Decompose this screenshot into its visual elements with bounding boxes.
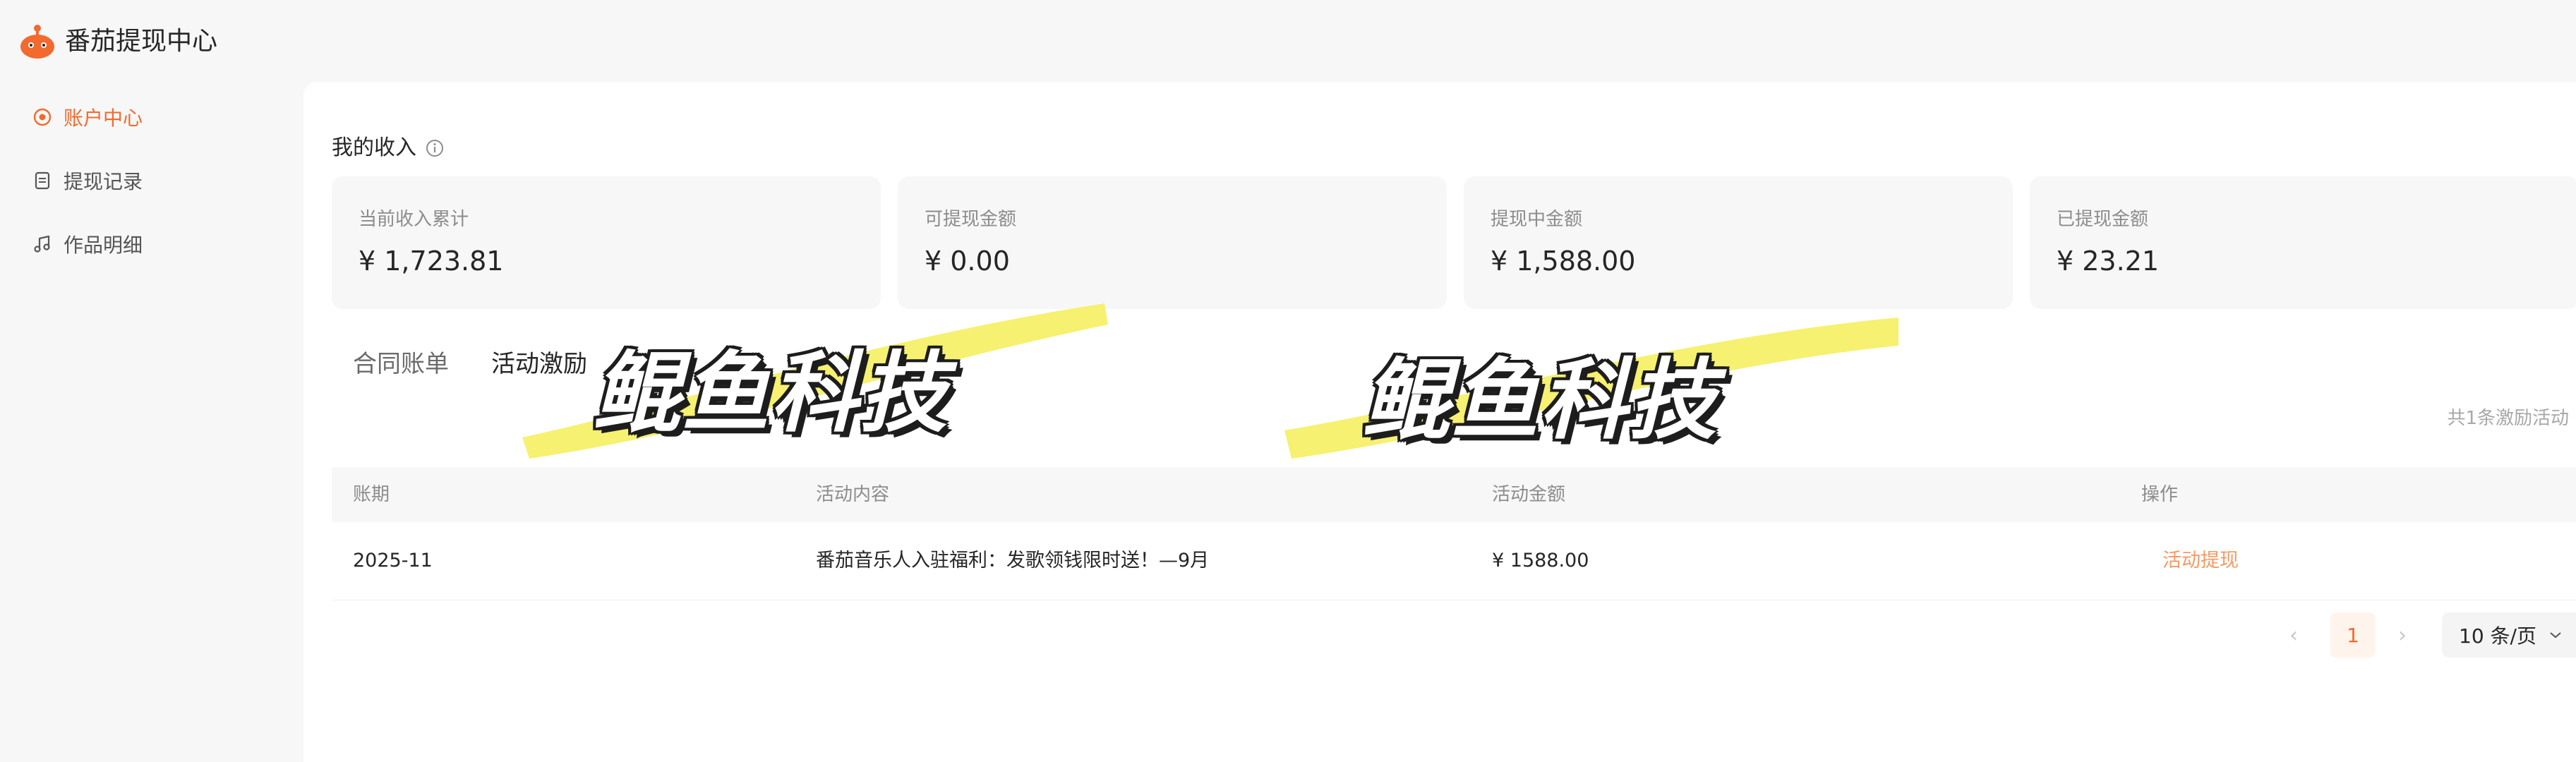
cell-content: 番茄音乐人入驻福利：发歌领钱限时送！—9月 bbox=[816, 550, 1210, 572]
activity-withdraw-link[interactable]: 活动提现 bbox=[2162, 522, 2239, 600]
prev-page-button[interactable]: ‹ bbox=[2280, 612, 2308, 658]
tab-bar: 合同账单 活动激励 bbox=[353, 343, 587, 385]
card-value: ¥ 23.21 bbox=[2057, 246, 2160, 277]
card-label: 已提现金额 bbox=[2057, 209, 2149, 230]
music-note-icon bbox=[34, 235, 50, 253]
cell-period: 2025-11 bbox=[353, 550, 433, 572]
sidebar-item-works-detail[interactable]: 作品明细 bbox=[32, 223, 143, 265]
app-title: 番茄提现中心 bbox=[65, 27, 218, 56]
page-number-1[interactable]: 1 bbox=[2330, 612, 2376, 658]
document-icon bbox=[35, 171, 50, 190]
income-section-title: 我的收入 bbox=[332, 131, 445, 165]
chevron-down-icon bbox=[2550, 632, 2561, 639]
column-header-amount: 活动金额 bbox=[1492, 484, 1566, 505]
next-page-button[interactable]: › bbox=[2388, 612, 2416, 658]
chevron-left-icon: ‹ bbox=[2289, 622, 2298, 648]
card-value: ¥ 1,723.81 bbox=[359, 246, 504, 277]
column-header-content: 活动内容 bbox=[816, 484, 890, 505]
income-card-withdrawn: 已提现金额 ¥ 23.21 bbox=[2030, 176, 2576, 309]
income-card-withdrawing: 提现中金额 ¥ 1,588.00 bbox=[1464, 176, 2013, 309]
card-value: ¥ 0.00 bbox=[925, 246, 1010, 277]
tab-contract-bills[interactable]: 合同账单 bbox=[353, 343, 449, 385]
page-size-select[interactable]: 10 条/页 bbox=[2442, 612, 2576, 658]
cell-amount: ¥ 1588.00 bbox=[1492, 550, 1589, 572]
card-value: ¥ 1,588.00 bbox=[1491, 246, 1636, 277]
page-size-value: 10 条/页 bbox=[2459, 624, 2536, 648]
tab-activity-incentives[interactable]: 活动激励 bbox=[491, 343, 587, 385]
app-header: 番茄提现中心 bbox=[0, 0, 2576, 82]
sidebar-item-label: 账户中心 bbox=[64, 107, 143, 130]
column-header-period: 账期 bbox=[353, 484, 390, 505]
account-circle-icon bbox=[33, 108, 52, 126]
sidebar-item-label: 作品明细 bbox=[64, 234, 143, 257]
tomato-logo-icon bbox=[20, 25, 54, 59]
column-header-action: 操作 bbox=[2141, 484, 2179, 505]
sidebar-item-withdraw-records[interactable]: 提现记录 bbox=[32, 159, 143, 202]
income-card-withdrawable: 可提现金额 ¥ 0.00 bbox=[898, 176, 1447, 309]
card-label: 提现中金额 bbox=[1491, 209, 1583, 230]
income-title: 我的收入 bbox=[332, 135, 416, 160]
sidebar-item-account-center[interactable]: 账户中心 bbox=[32, 96, 143, 138]
info-icon[interactable] bbox=[425, 138, 445, 158]
table-row: 2025-11 番茄音乐人入驻福利：发歌领钱限时送！—9月 ¥ 1588.00 … bbox=[332, 522, 2576, 600]
sidebar-item-label: 提现记录 bbox=[64, 170, 143, 193]
table-header: 账期 活动内容 活动金额 操作 bbox=[332, 467, 2576, 522]
activity-count-summary: 共1条激励活动 bbox=[2447, 408, 2569, 429]
card-label: 当前收入累计 bbox=[359, 209, 469, 230]
main-content: 我的收入 当前收入累计 ¥ 1,723.81 可提现金额 ¥ 0.00 提现中金… bbox=[303, 82, 2576, 762]
card-label: 可提现金额 bbox=[925, 209, 1017, 230]
chevron-right-icon: › bbox=[2398, 622, 2407, 648]
income-card-total: 当前收入累计 ¥ 1,723.81 bbox=[332, 176, 881, 309]
sidebar: 账户中心 提现记录 作品明细 bbox=[0, 82, 302, 762]
